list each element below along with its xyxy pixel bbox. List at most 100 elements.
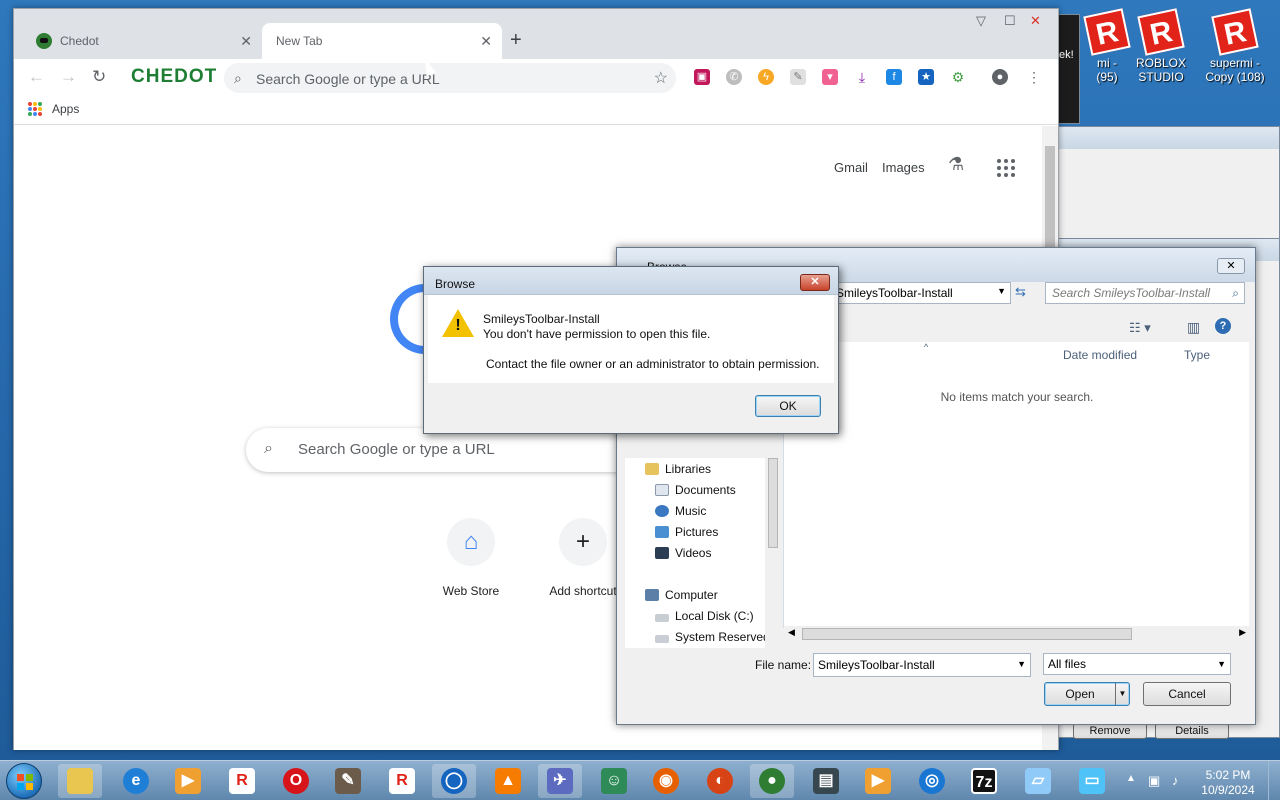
media-icon: ▶ [865, 768, 891, 794]
column-type[interactable]: Type [1184, 348, 1210, 362]
taskbar-network[interactable]: ◎ [910, 764, 954, 798]
help-icon[interactable]: ? [1215, 318, 1231, 334]
new-tab-button[interactable]: + [510, 29, 522, 52]
taskbar-roblox-studio[interactable]: R [380, 764, 424, 798]
nav-videos[interactable]: Videos [655, 546, 711, 560]
taskbar-7zip[interactable]: 7z [962, 764, 1006, 798]
address-bar[interactable]: ⌕ Search Google or type a URL ☆ [224, 63, 676, 93]
shortcut-web-store[interactable]: ⌂ Web Store [421, 518, 521, 598]
extension-puzzle-icon[interactable]: ✎ [790, 69, 806, 85]
taskbar-chedot-2[interactable]: ● [750, 764, 794, 798]
close-window-icon[interactable]: ✕ [1030, 13, 1041, 29]
taskbar-chedot[interactable]: ◯ [432, 764, 476, 798]
nav-computer[interactable]: Computer [645, 588, 718, 602]
desktop-icon-roblox-studio[interactable]: R ROBLOX STUDIO [1126, 8, 1196, 84]
preview-pane-icon[interactable]: ▥ [1187, 319, 1200, 336]
view-options-icon[interactable]: ☷ ▾ [1129, 320, 1151, 336]
nav-scrollbar[interactable] [765, 438, 781, 648]
minimize-icon[interactable]: ▽ [976, 13, 986, 29]
show-desktop-button[interactable] [1268, 761, 1280, 800]
column-date-modified[interactable]: Date modified [1063, 348, 1137, 362]
maximize-icon[interactable]: ☐ [1004, 13, 1016, 29]
extension-download-icon[interactable]: ⤓ [854, 69, 870, 85]
extension-messenger-icon[interactable]: ϟ [758, 69, 774, 85]
extension-star-icon[interactable]: ★ [918, 69, 934, 85]
gmail-link[interactable]: Gmail [834, 160, 868, 175]
taskbar-opera[interactable]: O [274, 764, 318, 798]
profile-avatar-icon[interactable]: ● [992, 69, 1008, 85]
taskbar-roblox[interactable]: R [220, 764, 264, 798]
taskbar-internet-explorer[interactable]: e [114, 764, 158, 798]
extension-facebook-icon[interactable]: f [886, 69, 902, 85]
chevron-down-icon[interactable]: ▼ [1017, 659, 1026, 669]
images-link[interactable]: Images [882, 160, 925, 175]
refresh-icon[interactable]: ⇆ [1015, 284, 1026, 300]
clock-time[interactable]: 5:02 PM [1198, 768, 1258, 782]
remove-button[interactable]: Remove [1073, 723, 1147, 739]
open-split-arrow-icon[interactable]: ▼ [1115, 683, 1129, 705]
folder-search-input[interactable]: Search SmileysToolbar-Install ⌕ [1045, 282, 1245, 304]
close-tab-icon[interactable]: ✕ [240, 33, 252, 50]
shortcut-label: Web Store [442, 584, 500, 598]
clock-date[interactable]: 10/9/2024 [1198, 783, 1258, 797]
scroll-right-icon[interactable]: ▶ [1239, 627, 1246, 638]
scroll-left-icon[interactable]: ◀ [788, 627, 795, 638]
volume-icon[interactable]: ♪ [1172, 773, 1179, 788]
taskbar-media-player[interactable]: ▶ [166, 764, 210, 798]
path-dropdown[interactable]: SmileysToolbar-Install ▼ [831, 282, 1011, 304]
nav-music[interactable]: Music [655, 504, 706, 518]
tab-chedot[interactable]: Chedot ✕ [22, 23, 262, 59]
nav-label: Local Disk (C:) [675, 609, 754, 623]
tray-expand-icon[interactable]: ▲ [1126, 773, 1136, 784]
apps-grid-icon[interactable] [28, 102, 42, 116]
taskbar-vlc[interactable]: ▲ [486, 764, 530, 798]
taskbar-explorer[interactable] [58, 764, 102, 798]
taskbar-gimp[interactable]: ✎ [326, 764, 370, 798]
start-button[interactable] [6, 763, 42, 799]
nav-local-disk[interactable]: Local Disk (C:) [655, 609, 754, 623]
nav-documents[interactable]: Documents [655, 483, 736, 497]
nav-libraries[interactable]: Libraries [645, 462, 711, 476]
google-apps-icon[interactable] [997, 159, 1015, 177]
desktop-icon-supermi-copy[interactable]: R supermi - Copy (108) [1200, 8, 1270, 84]
ok-button[interactable]: OK [755, 395, 821, 417]
close-tab-icon[interactable]: ✕ [480, 33, 492, 50]
close-icon[interactable]: ✕ [1217, 258, 1245, 274]
extension-gear-icon[interactable]: ⚙ [950, 69, 966, 85]
taskbar-notepad[interactable]: ▱ [1016, 764, 1060, 798]
details-button[interactable]: Details [1155, 723, 1229, 739]
nav-label: Pictures [675, 525, 719, 539]
horizontal-scrollbar[interactable]: ◀ ▶ [784, 626, 1250, 642]
extension-whatsapp-icon[interactable]: ✆ [726, 69, 742, 85]
taskbar-users[interactable]: ☺ [592, 764, 636, 798]
nav-label: Computer [665, 588, 718, 602]
bookmark-star-icon[interactable]: ☆ [654, 68, 668, 88]
scrollbar-thumb[interactable] [802, 628, 1132, 640]
taskbar-task-manager[interactable]: ▤ [804, 764, 848, 798]
labs-flask-icon[interactable]: ⚗ [948, 154, 964, 175]
extension-pocket-icon[interactable]: ▾ [822, 69, 838, 85]
network-tray-icon[interactable]: ▣ [1148, 773, 1160, 789]
tab-new-tab[interactable]: New Tab ✕ [262, 23, 502, 59]
scrollbar-thumb[interactable] [768, 458, 778, 548]
taskbar-app-bird[interactable]: ✈ [538, 764, 582, 798]
file-type-select[interactable]: All files ▼ [1043, 653, 1231, 675]
nav-pictures[interactable]: Pictures [655, 525, 718, 539]
file-list[interactable]: ^ Date modified Type No items match your… [783, 342, 1250, 642]
taskbar-media-2[interactable]: ▶ [856, 764, 900, 798]
taskbar-firefox[interactable]: ◉ [644, 764, 688, 798]
taskbar-browser-red[interactable]: ◐ [698, 764, 742, 798]
nav-system-reserved[interactable]: System Reserved [655, 630, 770, 644]
reload-icon[interactable]: ↻ [92, 67, 106, 87]
close-icon[interactable]: ✕ [800, 274, 830, 291]
taskbar-window[interactable]: ▭ [1070, 764, 1114, 798]
menu-dots-icon[interactable]: ⋮ [1026, 69, 1042, 85]
cancel-button[interactable]: Cancel [1143, 682, 1231, 706]
apps-bookmark[interactable]: Apps [52, 102, 79, 116]
back-arrow-icon[interactable]: ← [28, 67, 45, 87]
libraries-icon [645, 463, 659, 475]
file-name-input[interactable]: SmileysToolbar-Install ▼ [813, 653, 1031, 677]
open-button[interactable]: Open ▼ [1044, 682, 1130, 706]
forward-arrow-icon[interactable]: → [60, 67, 77, 87]
extension-media-icon[interactable]: ▣ [694, 69, 710, 85]
